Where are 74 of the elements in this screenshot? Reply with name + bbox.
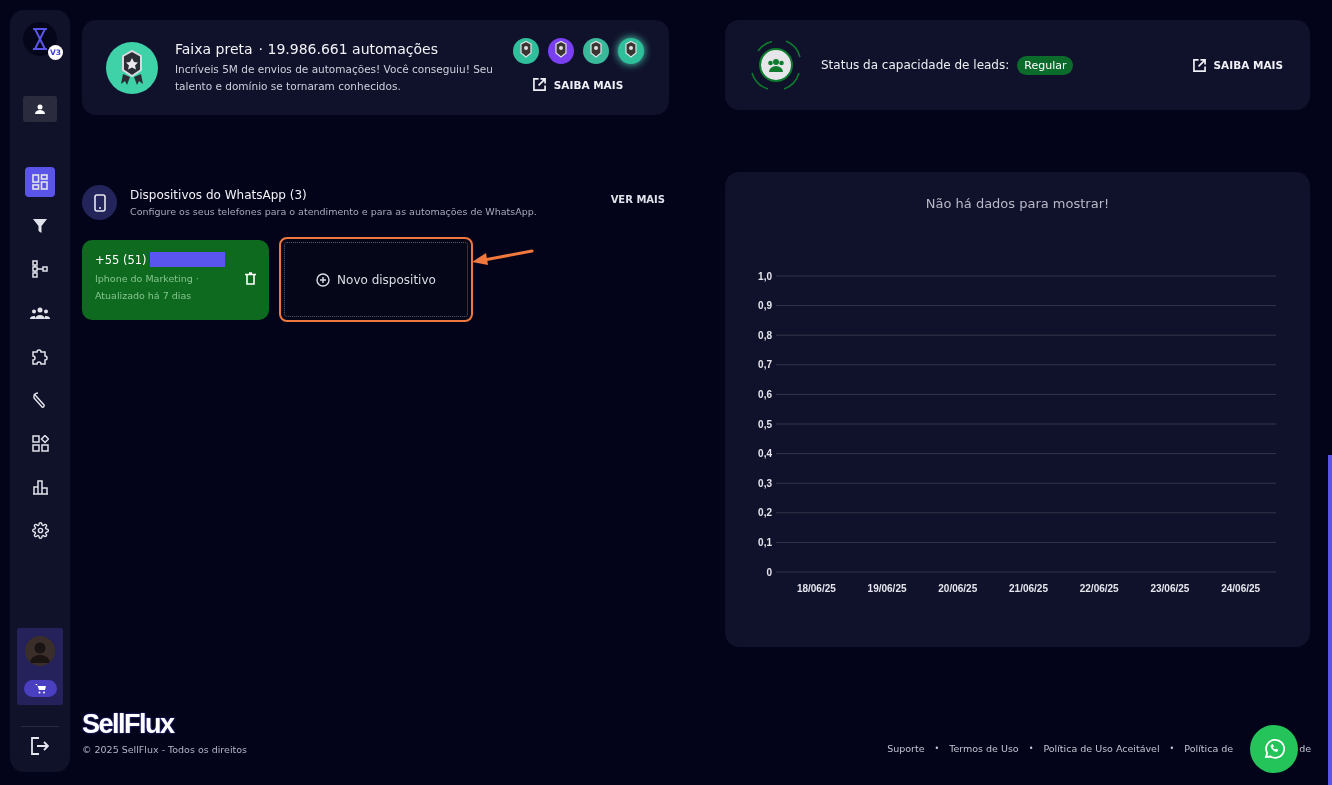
- y-tick-label: 0,3: [758, 477, 772, 489]
- person-icon: [35, 104, 45, 114]
- team-icon: [30, 305, 50, 320]
- bar-chart-icon: [31, 478, 49, 495]
- footer-link[interactable]: de: [1299, 743, 1311, 754]
- automation-count: · 19.986.661 automações: [258, 40, 438, 57]
- section-title: Dispositivos do WhatsApp (3): [130, 188, 308, 202]
- learn-more-link[interactable]: SAIBA MAIS: [532, 78, 624, 91]
- medal-icon[interactable]: [582, 38, 609, 64]
- cart-button[interactable]: [23, 680, 57, 697]
- chart-title: Não há dados para mostrar!: [924, 196, 1111, 211]
- y-tick-label: 0,7: [758, 359, 772, 371]
- x-tick-label: 18/06/25: [796, 583, 836, 594]
- flowchart-icon: [32, 260, 48, 278]
- leads-status-icon: [748, 37, 804, 93]
- achievement-title: Faixa preta: [175, 40, 253, 57]
- medal-icon[interactable]: [512, 38, 539, 64]
- y-tick-label: 0,1: [758, 536, 772, 548]
- medal-icon: [106, 41, 158, 94]
- profile-button[interactable]: [23, 96, 57, 122]
- separator-dot: •: [934, 744, 940, 753]
- device-card[interactable]: +55 (51) Iphone do Marketing · Atualizado há 7 dias: [82, 240, 269, 320]
- chat-icon: [1263, 738, 1285, 760]
- y-tick-label: 0: [766, 566, 772, 578]
- trash-icon: [245, 272, 256, 285]
- x-tick-label: 23/06/25: [1150, 583, 1190, 594]
- device-name: Iphone do Marketing ·: [95, 272, 200, 286]
- medal-icon[interactable]: [617, 38, 644, 64]
- section-subtitle: Configure os seus telefones para o atendimento e para as automações de WhatsApp.: [130, 206, 538, 217]
- footer-link[interactable]: Política de: [1184, 743, 1234, 754]
- x-tick-label: 22/06/25: [1079, 583, 1119, 594]
- y-tick-label: 0,4: [758, 448, 772, 460]
- see-more-button[interactable]: VER MAIS: [610, 194, 669, 205]
- y-tick-label: 0,6: [758, 388, 772, 400]
- x-tick-label: 21/06/25: [1009, 583, 1048, 594]
- brand-logo: SellFlux: [82, 710, 176, 738]
- x-tick-label: 24/06/25: [1221, 583, 1261, 594]
- settings-icon: [31, 521, 49, 539]
- logout-icon: [31, 737, 49, 755]
- separator-dot: •: [1028, 744, 1034, 753]
- puzzle-icon: [31, 347, 49, 365]
- annotation-arrow: [470, 248, 534, 266]
- y-tick-label: 0,9: [758, 300, 772, 312]
- delete-button[interactable]: [245, 272, 256, 288]
- external-link-icon: [532, 78, 546, 91]
- device-updated: Atualizado há 7 dias: [95, 289, 193, 303]
- leads-status-label: Status da capacidade de leads:: [821, 58, 1010, 72]
- learn-more-link[interactable]: SAIBA MAIS: [1192, 58, 1283, 72]
- y-tick-label: 0,5: [758, 418, 772, 430]
- apps-icon: [31, 434, 49, 452]
- footer-link[interactable]: Termos de Uso: [949, 743, 1019, 754]
- logout-button[interactable]: [31, 737, 49, 758]
- chat-button[interactable]: [1250, 725, 1298, 773]
- y-tick-label: 0,2: [758, 507, 772, 519]
- x-tick-label: 20/06/25: [938, 583, 978, 594]
- phone-number: +55 (51): [95, 252, 147, 267]
- y-tick-label: 0,8: [758, 329, 772, 341]
- achievement-message: Incríveis 5M de envios de automações! Você conseguiu! Seu talento e domínio se tornaram conhecidos.: [175, 61, 494, 94]
- scrollbar[interactable]: [1328, 455, 1332, 785]
- cart-icon: [34, 683, 46, 694]
- y-tick-label: 1,0: [758, 270, 772, 282]
- status-badge: Regular: [1017, 55, 1074, 75]
- new-device-button[interactable]: Novo dispositivo: [279, 237, 473, 322]
- separator-dot: •: [1169, 744, 1175, 753]
- add-icon: [316, 272, 331, 287]
- phone-icon: [93, 193, 106, 212]
- footer-link[interactable]: Suporte: [887, 743, 925, 754]
- medal-icon[interactable]: [547, 38, 574, 64]
- external-link-icon: [1192, 58, 1206, 72]
- x-tick-label: 19/06/25: [867, 583, 907, 594]
- footer-link[interactable]: Política de Uso Aceitável: [1043, 743, 1160, 754]
- filter-icon: [32, 217, 48, 234]
- dashboard-icon: [32, 174, 48, 190]
- copyright-text: © 2025 SellFlux - Todos os direitos: [82, 744, 248, 755]
